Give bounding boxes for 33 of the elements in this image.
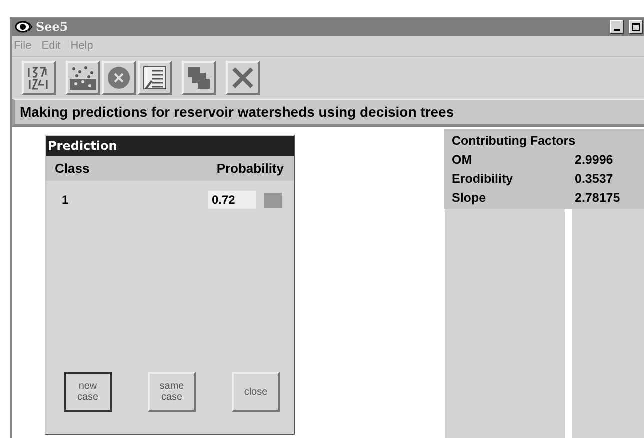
numbers-button[interactable]: [22, 61, 56, 95]
pages-icon: [186, 65, 212, 91]
list-button[interactable]: [138, 61, 172, 95]
dots-button[interactable]: [66, 61, 100, 95]
minimize-button[interactable]: [610, 20, 624, 34]
probability-value: 0.72: [208, 191, 256, 209]
factor-name: Slope: [452, 191, 488, 205]
new-case-button[interactable]: new case: [64, 372, 112, 412]
eye-icon: [15, 21, 33, 33]
maximize-icon: [632, 23, 640, 31]
factors-title: Contributing Factors: [452, 134, 577, 148]
cancel-button[interactable]: [102, 61, 136, 95]
factor-value: 2.9996: [575, 153, 614, 167]
maximize-button[interactable]: [629, 20, 643, 34]
cancel-icon: [107, 66, 131, 90]
heading-text: Making predictions for reservoir watersheds using decision trees: [20, 104, 454, 120]
class-value: 1: [62, 193, 69, 207]
factor-value: 0.3537: [575, 172, 614, 186]
factor-name: Erodibility: [452, 172, 514, 186]
dialog-title: Prediction: [46, 136, 294, 156]
list-icon: [142, 65, 168, 91]
close-icon: [231, 66, 255, 90]
dots-icon: [69, 65, 97, 91]
pages-button[interactable]: [182, 61, 216, 95]
column-header: Class: [55, 161, 90, 176]
same-case-button[interactable]: same case: [148, 372, 196, 412]
probability-swatch: [264, 192, 282, 208]
close-button[interactable]: close: [232, 372, 280, 412]
factor-value: 2.78175: [575, 191, 620, 205]
column-header: Probability: [216, 161, 284, 176]
factor-name: OM: [452, 153, 474, 167]
close-button[interactable]: [226, 61, 260, 95]
window-title: See5: [36, 20, 68, 34]
